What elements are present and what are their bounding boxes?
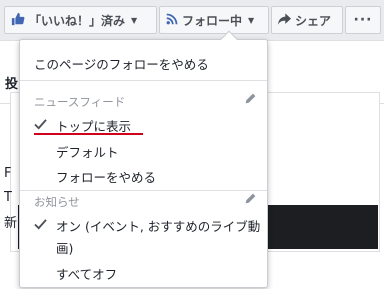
section-heading-fragment: 投 — [5, 77, 19, 92]
following-label: フォロー中 — [182, 13, 243, 28]
more-label: ··· — [353, 12, 373, 28]
notification-option-off[interactable]: すべてオフ — [20, 264, 267, 284]
pencil-icon[interactable] — [244, 190, 257, 209]
menu-divider — [20, 80, 267, 81]
notification-option-label-continued: 画) — [56, 241, 74, 256]
more-options-button[interactable]: ··· — [345, 6, 381, 34]
checkmark-icon — [34, 118, 47, 133]
text-fragment: 新 — [4, 216, 18, 231]
pencil-icon[interactable] — [244, 90, 257, 109]
follow-settings-menu: このページのフォローをやめる ニュースフィード トップに表示 デフォルト フォロ… — [19, 30, 268, 288]
notification-option-label: オン (イベント, おすすめのライブ動 — [56, 219, 261, 234]
checkmark-icon — [34, 218, 47, 233]
share-button[interactable]: シェア — [271, 6, 343, 34]
thumbs-up-icon — [11, 12, 25, 29]
news-feed-section-title: ニュースフィード — [34, 95, 126, 109]
notification-option-label: すべてオフ — [56, 267, 118, 282]
notification-option-on[interactable]: オン (イベント, おすすめのライブ動 画) — [20, 216, 267, 256]
rss-icon — [166, 13, 178, 28]
page-action-bar: 「いいね！」済み ▼ フォロー中 ▼ シェア ··· — [0, 0, 384, 40]
menu-divider — [20, 190, 267, 191]
annotation-underline — [34, 133, 143, 135]
following-button[interactable]: フォロー中 ▼ — [159, 6, 269, 34]
liked-button[interactable]: 「いいね！」済み ▼ — [4, 6, 157, 34]
chevron-down-icon: ▼ — [131, 15, 138, 25]
feed-option-label: フォローをやめる — [56, 170, 157, 185]
share-label: シェア — [295, 13, 332, 28]
feed-option-default[interactable]: デフォルト — [20, 142, 267, 162]
text-fragment: F — [4, 166, 12, 181]
chevron-down-icon: ▼ — [248, 15, 255, 25]
notifications-section-title: お知らせ — [34, 195, 80, 209]
liked-label: 「いいね！」済み — [29, 13, 126, 28]
feed-option-unfollow[interactable]: フォローをやめる — [20, 167, 267, 187]
share-arrow-icon — [278, 12, 291, 28]
feed-option-label: デフォルト — [56, 145, 119, 160]
unfollow-page-label: このページのフォローをやめる — [34, 57, 209, 72]
text-fragment: T — [4, 190, 12, 205]
